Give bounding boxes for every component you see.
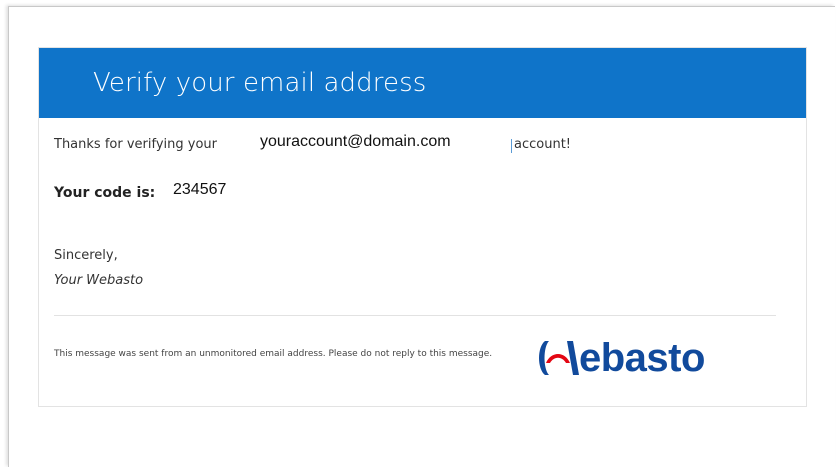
webasto-w-icon [539, 341, 579, 375]
verification-code: 234567 [173, 181, 227, 198]
header-title: Verify your email address [93, 68, 427, 98]
logo-wordmark: ebasto [579, 336, 705, 380]
text-cursor [511, 139, 512, 153]
account-email: youraccount@domain.com [260, 133, 451, 150]
header-banner: Verify your email address [39, 48, 806, 118]
email-card: Verify your email address Thanks for ver… [38, 47, 807, 407]
thanks-prefix-text: Thanks for verifying your [54, 137, 217, 152]
footer-divider [54, 315, 776, 316]
webasto-logo: ebasto [535, 333, 760, 383]
signature-text: Your Webasto [54, 273, 144, 288]
code-label: Your code is: [54, 185, 156, 201]
footer-note: This message was sent from an unmonitore… [54, 349, 493, 359]
thanks-suffix-text: account! [514, 137, 572, 152]
closing-text: Sincerely, [54, 248, 118, 263]
